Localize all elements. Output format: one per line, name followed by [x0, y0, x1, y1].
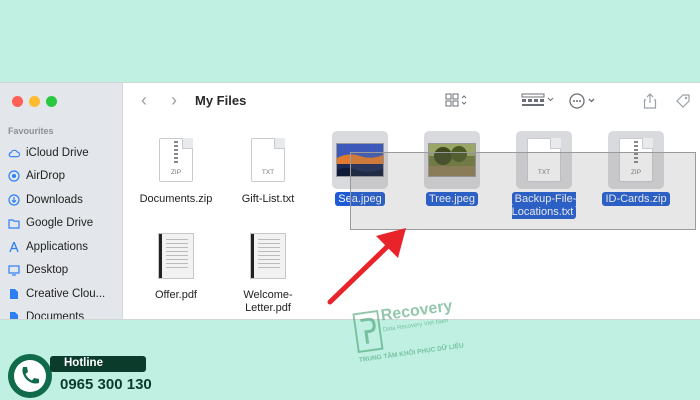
sidebar-item-google-drive[interactable]: Google Drive: [0, 212, 122, 236]
sidebar-item-label: Creative Clou...: [26, 287, 106, 300]
folder-icon: [8, 217, 20, 229]
sidebar-item-airdrop[interactable]: AirDrop: [0, 165, 122, 189]
hotline-number: 0965 300 130: [60, 376, 152, 393]
sidebar-item-documents[interactable]: Documents: [0, 306, 122, 320]
file-label: Gift-List.txt: [241, 193, 295, 205]
pdf-file-icon: [158, 233, 194, 279]
toolbar: ‹ › My Files: [123, 83, 700, 119]
sidebar-item-label: iCloud Drive: [26, 146, 89, 159]
sidebar-item-label: Documents: [26, 311, 85, 320]
close-window-button[interactable]: [12, 96, 23, 107]
group-by-button[interactable]: [521, 93, 555, 110]
drag-selection-rectangle: [350, 152, 696, 230]
view-options-button[interactable]: [445, 93, 469, 110]
zip-file-icon: ZIP: [159, 138, 193, 182]
pdf-file-icon: [250, 233, 286, 279]
more-actions-button[interactable]: [569, 93, 599, 112]
ellipsis-circle-icon: [569, 93, 595, 109]
sidebar-item-downloads[interactable]: Downloads: [0, 188, 122, 212]
airdrop-icon: [8, 170, 20, 182]
desktop-icon: [8, 264, 20, 276]
cloud-icon: [8, 147, 20, 159]
downloads-icon: [8, 194, 20, 206]
sidebar-item-icloud-drive[interactable]: iCloud Drive: [0, 141, 122, 165]
tag-icon: [676, 94, 690, 108]
zoom-window-button[interactable]: [46, 96, 57, 107]
group-icon: [521, 93, 554, 106]
sidebar: Favourites iCloud Drive AirDrop Download…: [0, 83, 123, 319]
window-title: My Files: [195, 93, 247, 108]
file-label: Welcome-Letter.pdf: [243, 289, 293, 314]
file-item-gift-list-txt[interactable]: TXT Gift-List.txt: [220, 131, 316, 206]
file-item-offer-pdf[interactable]: Offer.pdf: [128, 227, 224, 302]
sidebar-item-label: Desktop: [26, 264, 69, 277]
text-file-icon: TXT: [251, 138, 285, 182]
sidebar-item-creative-cloud[interactable]: Creative Clou...: [0, 282, 122, 306]
back-button[interactable]: ‹: [141, 90, 147, 111]
sidebar-item-label: AirDrop: [26, 170, 65, 183]
share-button[interactable]: [643, 93, 657, 112]
share-icon: [643, 93, 657, 109]
hotline-label: Hotline: [64, 357, 103, 369]
document-icon: [8, 288, 20, 300]
tag-button[interactable]: [675, 93, 691, 112]
file-label: Documents.zip: [139, 193, 213, 205]
sidebar-item-desktop[interactable]: Desktop: [0, 259, 122, 283]
file-item-documents-zip[interactable]: ZIP Documents.zip: [128, 131, 224, 206]
sidebar-heading: Favourites: [8, 126, 54, 136]
sidebar-item-label: Google Drive: [26, 217, 94, 230]
sidebar-item-label: Applications: [26, 240, 89, 253]
minimize-window-button[interactable]: [29, 96, 40, 107]
sidebar-item-applications[interactable]: Applications: [0, 235, 122, 259]
applications-icon: [8, 241, 20, 253]
red-arrow-icon: [327, 228, 406, 305]
file-label: Offer.pdf: [155, 289, 197, 301]
traffic-lights: [12, 96, 57, 107]
phone-icon: [8, 354, 52, 398]
file-item-welcome-letter-pdf[interactable]: Welcome-Letter.pdf: [220, 227, 316, 315]
sidebar-item-label: Downloads: [26, 193, 83, 206]
grid-icon: [445, 93, 467, 107]
document-icon: [8, 311, 20, 319]
forward-button[interactable]: ›: [171, 90, 177, 111]
recovery-logo-icon: [352, 309, 384, 354]
